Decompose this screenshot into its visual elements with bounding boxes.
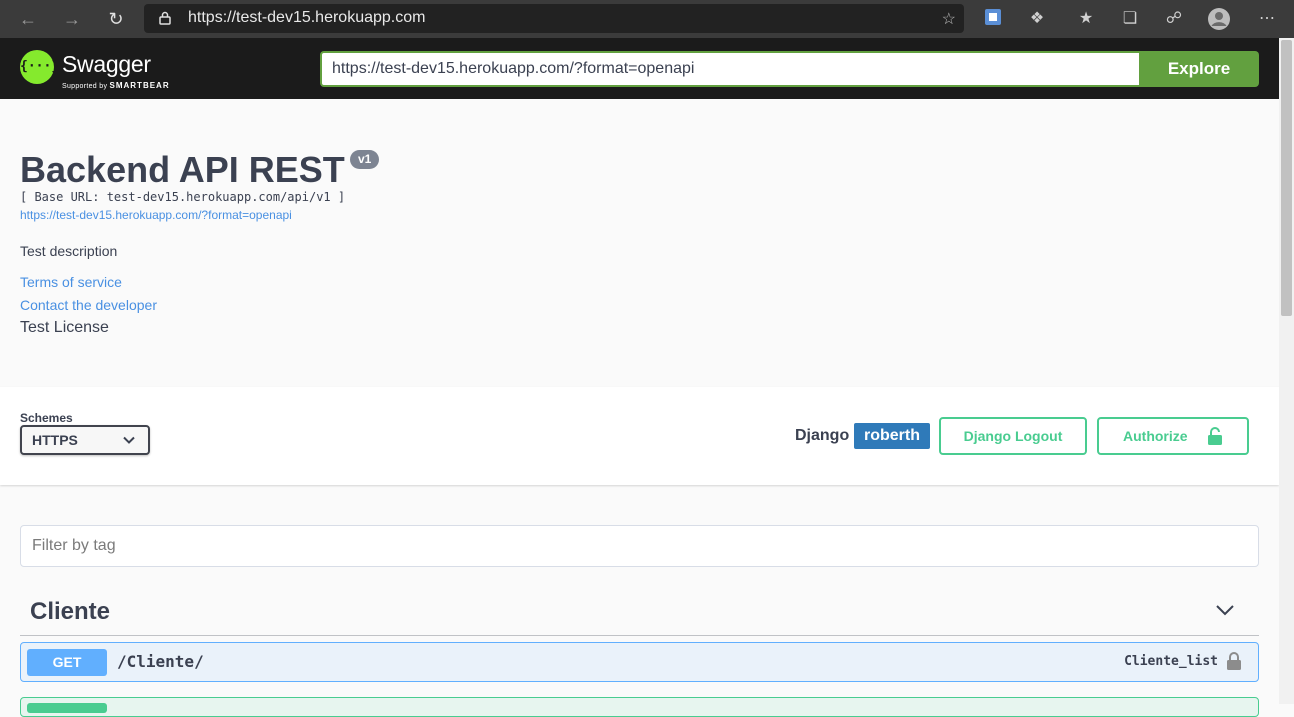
filter-by-tag-input[interactable] xyxy=(20,525,1259,567)
version-badge: v1 xyxy=(350,150,380,169)
base-url: [ Base URL: test-dev15.herokuapp.com/api… xyxy=(20,190,346,204)
unlocked-icon xyxy=(1208,427,1222,445)
operation-post-cliente[interactable] xyxy=(20,697,1259,717)
back-arrow-icon[interactable]: ← xyxy=(16,7,40,31)
spec-url-input[interactable]: https://test-dev15.herokuapp.com/?format… xyxy=(320,51,1139,87)
authorize-label: Authorize xyxy=(1123,428,1188,444)
extension-app-icon[interactable] xyxy=(982,8,1004,30)
profile-avatar-icon[interactable] xyxy=(1208,8,1230,30)
django-logout-button[interactable]: Django Logout xyxy=(939,417,1087,455)
http-method-badge: GET xyxy=(27,649,107,676)
more-menu-icon[interactable]: ⋯ xyxy=(1256,8,1278,30)
share-icon[interactable]: ☍ xyxy=(1163,8,1185,30)
swagger-logo-subtitle: Supported by SMARTBEAR xyxy=(62,81,170,90)
operation-get-cliente[interactable]: GET /Cliente/ Cliente_list xyxy=(20,642,1259,682)
username-badge: roberth xyxy=(854,423,930,449)
scrollbar-thumb[interactable] xyxy=(1281,40,1292,316)
contact-developer-link[interactable]: Contact the developer xyxy=(20,297,157,313)
schemes-selected-value: HTTPS xyxy=(32,432,78,448)
operation-path: /Cliente/ xyxy=(117,652,204,671)
authorize-button[interactable]: Authorize xyxy=(1097,417,1249,455)
django-label: Django xyxy=(795,427,850,444)
extensions-puzzle-icon[interactable]: ❖ xyxy=(1026,8,1048,30)
explore-button[interactable]: Explore xyxy=(1139,51,1259,87)
locked-icon[interactable] xyxy=(1226,652,1242,670)
schemes-container: Schemes HTTPS Django roberth Django Logo… xyxy=(0,387,1279,485)
favorite-add-icon[interactable]: ☆ xyxy=(942,9,956,29)
schemes-select[interactable]: HTTPS xyxy=(20,425,150,455)
address-bar[interactable]: https://test-dev15.herokuapp.com ☆ xyxy=(144,4,964,33)
page-scrollbar[interactable] xyxy=(1279,38,1294,704)
api-info: Backend API REST v1 [ Base URL: test-dev… xyxy=(0,99,1279,387)
chevron-down-icon[interactable] xyxy=(1215,600,1235,620)
schemes-label: Schemes xyxy=(20,411,73,425)
api-title: Backend API REST xyxy=(20,149,345,190)
collections-icon[interactable]: ❏ xyxy=(1119,8,1141,30)
browser-toolbar: ← → ↻ https://test-dev15.herokuapp.com ☆… xyxy=(0,0,1294,38)
favorites-icon[interactable]: ★ xyxy=(1075,8,1097,30)
swagger-logo-text: Swagger xyxy=(62,51,151,77)
forward-arrow-icon[interactable]: → xyxy=(60,7,84,31)
spec-link[interactable]: https://test-dev15.herokuapp.com/?format… xyxy=(20,208,292,222)
tag-header-cliente[interactable]: Cliente xyxy=(20,588,1259,636)
license-text: Test License xyxy=(20,319,109,336)
http-method-badge xyxy=(27,703,107,713)
operation-id: Cliente_list xyxy=(1124,654,1218,669)
api-description: Test description xyxy=(20,243,118,259)
swagger-logo-icon: {···} xyxy=(20,50,59,84)
address-url: https://test-dev15.herokuapp.com xyxy=(188,9,426,26)
swagger-topbar: {···} Swagger Supported by SMARTBEAR htt… xyxy=(0,38,1279,99)
reload-icon[interactable]: ↻ xyxy=(104,7,128,31)
lock-icon xyxy=(159,11,171,25)
terms-of-service-link[interactable]: Terms of service xyxy=(20,274,122,290)
tag-title: Cliente xyxy=(30,598,111,625)
chevron-down-icon xyxy=(123,436,135,444)
